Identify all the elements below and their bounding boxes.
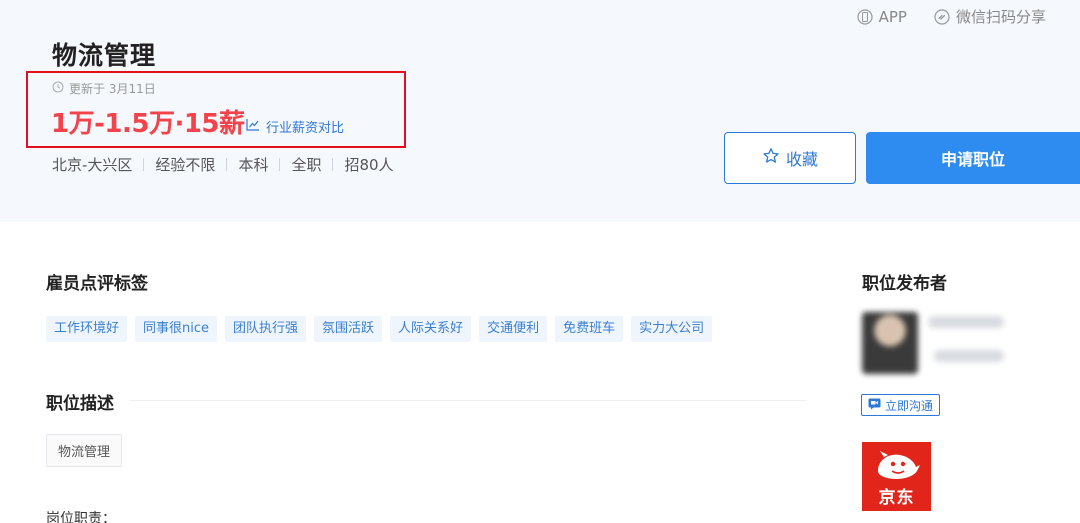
phone-icon bbox=[856, 8, 874, 26]
job-experience: 经验不限 bbox=[155, 156, 216, 174]
publisher-role-blurred bbox=[934, 350, 1004, 362]
description-tag: 物流管理 bbox=[46, 434, 123, 467]
employee-tag: 免费班车 bbox=[555, 316, 624, 342]
job-title: 物流管理 bbox=[52, 41, 157, 70]
jd-mascot-icon bbox=[877, 451, 920, 479]
divider bbox=[279, 158, 281, 171]
favorite-label: 收藏 bbox=[785, 150, 818, 169]
employee-tag: 同事很nice bbox=[135, 316, 218, 342]
employee-tags-title: 雇员点评标签 bbox=[46, 274, 148, 294]
employee-tag: 交通便利 bbox=[479, 316, 548, 342]
publisher-title: 职位发布者 bbox=[862, 274, 947, 294]
job-header: APP 微信扫码分享 物流管理 更新于 3月11日 1万-1.5万·15薪 行业… bbox=[0, 0, 1080, 222]
salary-compare-link[interactable]: 行业薪资对比 bbox=[246, 117, 344, 136]
description-title: 职位描述 bbox=[46, 394, 114, 414]
employee-tag: 人际关系好 bbox=[390, 316, 472, 342]
job-headcount: 招80人 bbox=[344, 156, 394, 174]
share-icon bbox=[933, 8, 951, 26]
divider bbox=[226, 158, 228, 171]
company-logo-text: 京东 bbox=[878, 488, 915, 508]
salary: 1万-1.5万·15薪 bbox=[51, 109, 245, 139]
top-links: APP 微信扫码分享 bbox=[856, 6, 1046, 27]
publisher-name-blurred bbox=[928, 316, 1004, 328]
chat-button[interactable]: 立即沟通 bbox=[861, 394, 940, 416]
chat-icon bbox=[868, 398, 881, 413]
employee-tag: 实力大公司 bbox=[631, 316, 713, 342]
divider bbox=[332, 158, 334, 171]
apply-button[interactable]: 申请职位 bbox=[866, 132, 1080, 184]
job-meta: 北京-大兴区 经验不限 本科 全职 招80人 bbox=[52, 154, 394, 175]
wechat-share-label: 微信扫码分享 bbox=[955, 8, 1046, 26]
job-education: 本科 bbox=[238, 156, 269, 174]
avatar bbox=[862, 312, 918, 374]
job-type: 全职 bbox=[291, 156, 322, 174]
employee-tag: 氛围活跃 bbox=[314, 316, 383, 342]
section-divider bbox=[130, 400, 806, 401]
clock-icon bbox=[52, 81, 64, 96]
star-icon bbox=[762, 147, 780, 169]
duty-title: 岗位职责： bbox=[46, 511, 116, 523]
chart-icon bbox=[246, 118, 260, 135]
salary-compare-label: 行业薪资对比 bbox=[266, 121, 345, 136]
company-logo[interactable]: 京东 bbox=[862, 442, 931, 511]
employee-tag-list: 工作环境好 同事很nice 团队执行强 氛围活跃 人际关系好 交通便利 免费班车… bbox=[46, 316, 713, 342]
employee-tag: 团队执行强 bbox=[225, 316, 307, 342]
divider bbox=[143, 158, 145, 171]
update-time-text: 更新于 3月11日 bbox=[69, 82, 156, 96]
app-link[interactable]: APP bbox=[856, 6, 907, 27]
app-link-label: APP bbox=[878, 7, 907, 26]
favorite-button[interactable]: 收藏 bbox=[724, 132, 856, 184]
wechat-share-link[interactable]: 微信扫码分享 bbox=[933, 6, 1046, 27]
job-location: 北京-大兴区 bbox=[52, 156, 133, 174]
update-time: 更新于 3月11日 bbox=[52, 80, 156, 97]
employee-tag: 工作环境好 bbox=[46, 316, 128, 342]
chat-button-label: 立即沟通 bbox=[884, 398, 933, 413]
